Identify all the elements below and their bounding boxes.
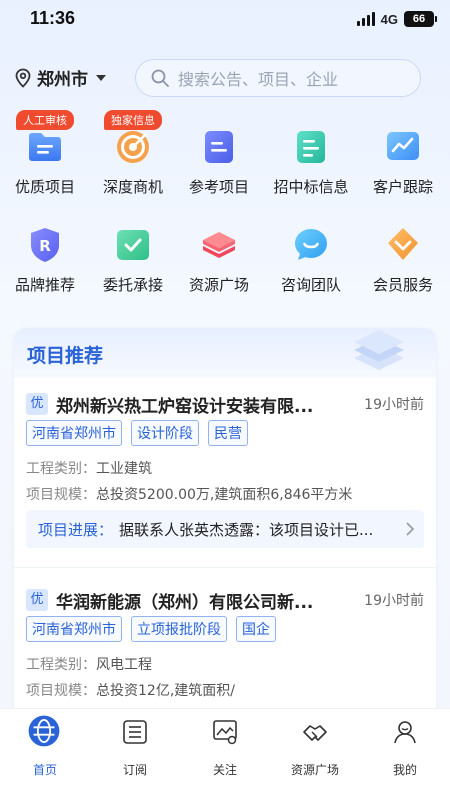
category-key: 工程类别： <box>26 461 96 477</box>
project-item-2[interactable]: 优 华润新能源（郑州）有限公司新... 19小时前 河南省郑州市 立项报批阶段 … <box>14 524 436 728</box>
nav-home[interactable]: 首页 <box>0 715 90 783</box>
project-name: 郑州新兴热工炉窑设计安装有限... <box>56 396 314 417</box>
feature-row-2: R 品牌推荐 委托承接 资源广场 咨询团队 会员服务 <box>0 216 450 308</box>
grid-item-brand-recommend[interactable]: R 品牌推荐 <box>0 216 90 308</box>
status-bar: 11:36 4G 66 <box>0 0 450 40</box>
nav-follow[interactable]: 关注 <box>180 719 270 783</box>
tag-ownership: 国企 <box>236 616 276 642</box>
signal-icon <box>356 12 375 26</box>
network-type: 4G <box>380 11 398 27</box>
scale-key: 项目规模： <box>26 487 96 503</box>
header: 郑州市 搜索公告、项目、企业 <box>0 56 450 100</box>
bottom-nav: 首页 订阅 关注 资源广场 我的 <box>0 708 450 800</box>
grid-label: 招中标信息 <box>273 178 349 196</box>
grid-item-consult-team[interactable]: 咨询团队 <box>266 216 356 308</box>
grid-item-customer-tracking[interactable]: 客户跟踪 <box>358 118 448 210</box>
category-value: 风电工程 <box>96 657 152 673</box>
grid-label: 会员服务 <box>372 276 433 294</box>
scale-value: 总投资12亿,建筑面积/ <box>96 683 235 699</box>
battery-icon: 66 <box>404 11 437 27</box>
location-pin-icon <box>15 68 31 88</box>
search-placeholder: 搜索公告、项目、企业 <box>178 70 339 89</box>
grid-item-resource-plaza[interactable]: 资源广场 <box>174 216 264 308</box>
project-title-row: 优 郑州新兴热工炉窑设计安装有限... 19小时前 <box>26 392 424 417</box>
svg-text:R: R <box>39 237 51 255</box>
badge-exclusive: 独家信息 <box>104 110 162 130</box>
chat-smile-icon <box>295 229 327 260</box>
nav-label: 关注 <box>212 763 237 777</box>
grid-label: 委托承接 <box>102 276 163 294</box>
grid-item-quality-projects[interactable]: 人工审核 优质项目 <box>0 110 90 210</box>
grid-label: 咨询团队 <box>280 276 341 294</box>
status-time: 11:36 <box>30 8 76 28</box>
project-name: 华润新能源（郑州）有限公司新... <box>56 592 314 613</box>
tag-stage: 设计阶段 <box>131 420 199 446</box>
nav-label: 首页 <box>32 763 57 777</box>
feature-grid: 人工审核 优质项目 独家信息 深度商机 参考项目 招中标信息 客户跟踪 R 品牌… <box>0 110 450 308</box>
grid-label: 优质项目 <box>14 178 75 196</box>
project-time: 19小时前 <box>364 593 424 609</box>
home-globe-icon <box>28 715 60 747</box>
notes-icon <box>297 131 325 163</box>
tag-region: 河南省郑州市 <box>26 616 122 642</box>
tag-region: 河南省郑州市 <box>26 420 122 446</box>
grid-item-member-service[interactable]: 会员服务 <box>358 216 448 308</box>
vip-diamond-icon <box>388 228 418 260</box>
trend-icon <box>387 132 419 160</box>
grid-label: 客户跟踪 <box>372 178 433 196</box>
grid-item-bid-info[interactable]: 招中标信息 <box>266 118 356 210</box>
grid-label: 深度商机 <box>102 178 163 196</box>
category-key: 工程类别： <box>26 657 96 673</box>
project-category: 工程类别：风电工程 <box>26 654 152 674</box>
project-tags: 河南省郑州市 立项报批阶段 国企 <box>26 616 276 642</box>
nav-subscribe[interactable]: 订阅 <box>90 719 180 783</box>
grid-item-entrust-accept[interactable]: 委托承接 <box>88 216 178 308</box>
scale-key: 项目规模： <box>26 683 96 699</box>
grid-item-reference-projects[interactable]: 参考项目 <box>174 118 264 210</box>
project-scale: 项目规模：总投资5200.00万,建筑面积6,846平方米 <box>26 484 352 504</box>
nav-label: 我的 <box>392 763 417 777</box>
target-icon <box>117 131 149 163</box>
status-indicators: 4G 66 <box>356 11 437 27</box>
chevron-down-icon <box>96 74 106 81</box>
profile-icon <box>394 721 416 744</box>
nav-profile[interactable]: 我的 <box>360 719 450 783</box>
badge-manual-review: 人工审核 <box>16 110 74 130</box>
follow-image-icon <box>213 720 237 745</box>
grid-label: 资源广场 <box>188 276 249 294</box>
nav-label: 订阅 <box>122 763 147 777</box>
project-time: 19小时前 <box>364 397 424 413</box>
check-box-icon <box>117 230 149 260</box>
battery-level: 66 <box>412 13 426 25</box>
city-selector[interactable]: 郑州市 <box>14 65 106 90</box>
handshake-icon <box>303 725 327 741</box>
tag-stage: 立项报批阶段 <box>131 616 227 642</box>
scale-value: 总投资5200.00万,建筑面积6,846平方米 <box>96 487 353 503</box>
category-value: 工业建筑 <box>96 461 152 477</box>
shield-r-icon: R <box>31 228 59 262</box>
nav-resource-plaza[interactable]: 资源广场 <box>270 719 360 783</box>
grid-label: 参考项目 <box>188 178 249 196</box>
search-input[interactable]: 搜索公告、项目、企业 <box>135 59 421 97</box>
folder-icon <box>29 133 61 161</box>
document-icon <box>205 131 233 163</box>
layers-icon <box>203 232 235 258</box>
project-category: 工程类别：工业建筑 <box>26 458 152 478</box>
premium-badge: 优 <box>26 393 48 415</box>
feature-row-1: 人工审核 优质项目 独家信息 深度商机 参考项目 招中标信息 客户跟踪 <box>0 110 450 210</box>
search-icon <box>151 69 169 87</box>
project-tags: 河南省郑州市 设计阶段 民营 <box>26 420 248 446</box>
project-scale: 项目规模：总投资12亿,建筑面积/ <box>26 680 235 700</box>
nav-label: 资源广场 <box>290 763 339 777</box>
project-title-row: 优 华润新能源（郑州）有限公司新... 19小时前 <box>26 588 424 613</box>
city-name: 郑州市 <box>37 70 88 90</box>
tag-ownership: 民营 <box>208 420 248 446</box>
grid-item-deep-opportunities[interactable]: 独家信息 深度商机 <box>88 110 178 210</box>
subscribe-list-icon <box>123 720 147 744</box>
grid-label: 品牌推荐 <box>14 276 75 294</box>
premium-badge: 优 <box>26 589 48 611</box>
recommend-card: 项目推荐 优 郑州新兴热工炉窑设计安装有限... 19小时前 河南省郑州市 设计… <box>14 328 436 728</box>
